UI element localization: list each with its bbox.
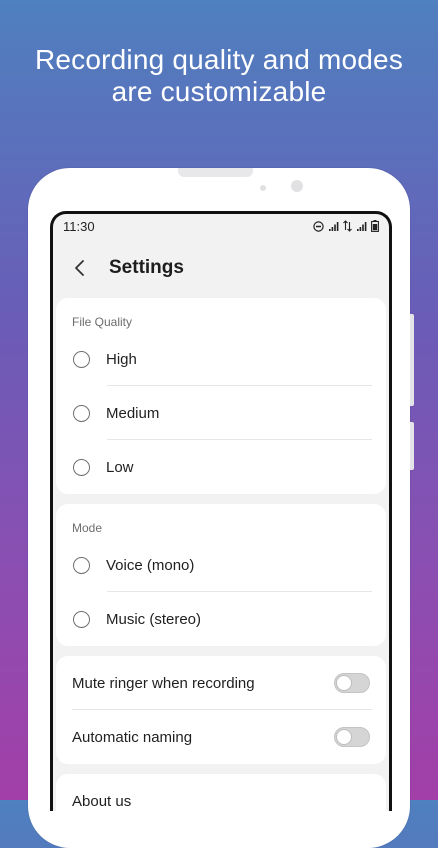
radio-button-icon[interactable] [73,350,90,368]
radio-label: Music (stereo) [106,610,202,628]
phone-screen: 11:30 Settings File Quality High Medium … [50,211,392,811]
phone-sensor [260,185,266,191]
status-icons [313,220,379,232]
mute-ringer-switch[interactable] [334,673,370,693]
signal-icon [357,221,367,231]
signal-icon [329,221,339,231]
radio-option-music-stereo[interactable]: Music (stereo) [56,592,386,646]
radio-button-icon[interactable] [73,556,90,574]
file-quality-header: File Quality [72,315,133,329]
promo-headline: Recording quality and modes are customiz… [0,44,438,108]
radio-option-voice-mono[interactable]: Voice (mono) [56,538,386,592]
radio-label: Low [106,458,134,476]
mode-card: Mode Voice (mono) Music (stereo) [56,504,386,646]
status-bar: 11:30 [53,214,389,238]
radio-label: Medium [106,404,160,422]
back-button[interactable] [67,255,93,281]
phone-power-button [410,422,414,470]
toggle-row-mute-ringer[interactable]: Mute ringer when recording [56,656,386,710]
promo-headline-line1: Recording quality and modes [34,44,404,75]
switch-knob [336,729,352,745]
data-arrows-icon [343,220,352,232]
radio-option-low[interactable]: Low [56,440,386,494]
page-title: Settings [109,257,184,278]
promo-headline-line2: are customizable [111,76,327,107]
about-us-item[interactable]: About us [56,774,386,811]
chevron-left-icon [75,260,84,276]
phone-volume-button [410,314,414,406]
do-not-disturb-icon [313,220,324,232]
mode-header: Mode [72,521,103,535]
radio-option-high[interactable]: High [56,332,386,386]
battery-icon [371,220,379,232]
phone-speaker [178,168,253,177]
radio-label: High [106,350,137,368]
app-bar: Settings [53,238,389,298]
radio-option-medium[interactable]: Medium [56,386,386,440]
automatic-naming-switch[interactable] [334,727,370,747]
toggle-label: Automatic naming [72,728,193,746]
radio-label: Voice (mono) [106,556,195,574]
toggle-label: Mute ringer when recording [72,674,255,692]
radio-button-icon[interactable] [73,458,90,476]
radio-button-icon[interactable] [73,610,90,628]
toggle-row-automatic-naming[interactable]: Automatic naming [56,710,386,764]
toggles-card: Mute ringer when recording Automatic nam… [56,656,386,764]
about-card: About us [56,774,386,811]
file-quality-card: File Quality High Medium Low [56,298,386,494]
switch-knob [336,675,352,691]
phone-camera [291,180,303,192]
status-time: 11:30 [63,218,95,234]
radio-button-icon[interactable] [73,404,90,422]
